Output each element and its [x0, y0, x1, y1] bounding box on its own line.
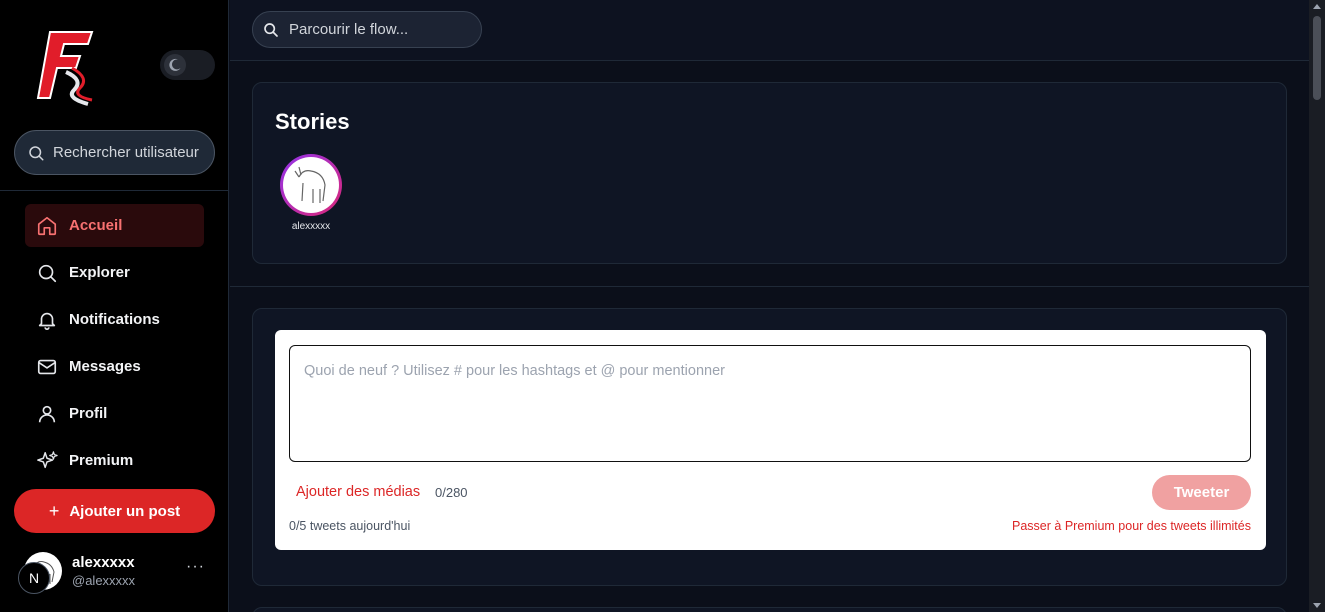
n-badge[interactable]: N [18, 562, 50, 594]
nav-item-label: Messages [69, 358, 141, 375]
theme-toggle[interactable] [160, 50, 215, 80]
app: Accueil Explorer Notifications Messages … [0, 0, 1325, 612]
tweet-button[interactable]: Tweeter [1152, 475, 1251, 510]
nav-item-label: Notifications [69, 311, 160, 328]
profile-card[interactable]: N alexxxxx @alexxxxx ··· [14, 548, 215, 598]
flow-search-input[interactable] [289, 21, 469, 38]
profile-handle: @alexxxxx [72, 573, 136, 588]
story-username: alexxxxx [291, 221, 331, 232]
profile-name: alexxxxx [72, 554, 135, 571]
sidebar: Accueil Explorer Notifications Messages … [0, 0, 229, 612]
scroll-thumb[interactable] [1313, 16, 1321, 100]
flow-f-logo[interactable] [36, 28, 96, 108]
story-ring [280, 154, 342, 216]
stories-panel: Stories alexxxxx [252, 82, 1287, 264]
search-icon [38, 264, 57, 282]
user-icon [38, 405, 56, 422]
sparkles-icon [37, 450, 58, 468]
composer-panel: Ajouter des médias 0/280 Tweeter 0/5 twe… [252, 308, 1287, 586]
daily-tweet-limit: 0/5 tweets aujourd'hui [289, 519, 411, 533]
composer-card: Ajouter des médias 0/280 Tweeter 0/5 twe… [275, 330, 1266, 550]
tweet-textarea[interactable] [289, 345, 1251, 462]
nav-item-accueil[interactable]: Accueil [25, 204, 204, 247]
story-avatar [283, 157, 339, 213]
scroll-down-arrow-icon[interactable] [1313, 603, 1321, 608]
bell-icon [38, 312, 56, 330]
next-feed-card [252, 607, 1287, 612]
nav-item-explorer[interactable]: Explorer [25, 251, 204, 294]
nav-item-premium[interactable]: Premium [25, 439, 204, 482]
add-media-button[interactable]: Ajouter des médias [296, 484, 420, 500]
sidebar-divider [0, 190, 229, 191]
scroll-up-arrow-icon[interactable] [1313, 4, 1321, 9]
nav-item-label: Accueil [69, 217, 123, 234]
nav-item-notifications[interactable]: Notifications [25, 298, 204, 341]
flow-search-box[interactable] [252, 11, 482, 48]
goat-story-image [294, 166, 326, 203]
mail-icon [37, 359, 57, 374]
moon-icon [169, 58, 181, 71]
char-counter: 0/280 [435, 485, 468, 500]
top-bar [230, 0, 1309, 61]
user-search-box[interactable] [14, 130, 215, 175]
nav-item-label: Explorer [69, 264, 130, 281]
add-post-label: Ajouter un post [69, 502, 181, 520]
page-scrollbar[interactable] [1309, 0, 1325, 612]
premium-upgrade-link[interactable]: Passer à Premium pour des tweets illimit… [1012, 519, 1251, 533]
section-divider [230, 286, 1309, 287]
home-icon [37, 216, 57, 235]
main-content: Stories alexxxxx Ajouter des médias 0/28… [230, 0, 1309, 612]
nav-item-label: Premium [69, 452, 134, 469]
story-item[interactable]: alexxxxx [280, 154, 342, 232]
search-icon [264, 22, 278, 37]
main-nav: Accueil Explorer Notifications Messages … [25, 204, 204, 486]
nav-item-label: Profil [69, 405, 108, 422]
more-options-icon[interactable]: ··· [186, 558, 205, 576]
search-icon [29, 145, 44, 160]
plus-icon: + [48, 500, 60, 521]
nav-item-messages[interactable]: Messages [25, 345, 204, 388]
add-post-button[interactable]: + Ajouter un post [14, 489, 215, 533]
nav-item-profil[interactable]: Profil [25, 392, 204, 435]
user-search-input[interactable] [53, 144, 208, 161]
stories-title: Stories [275, 109, 350, 134]
